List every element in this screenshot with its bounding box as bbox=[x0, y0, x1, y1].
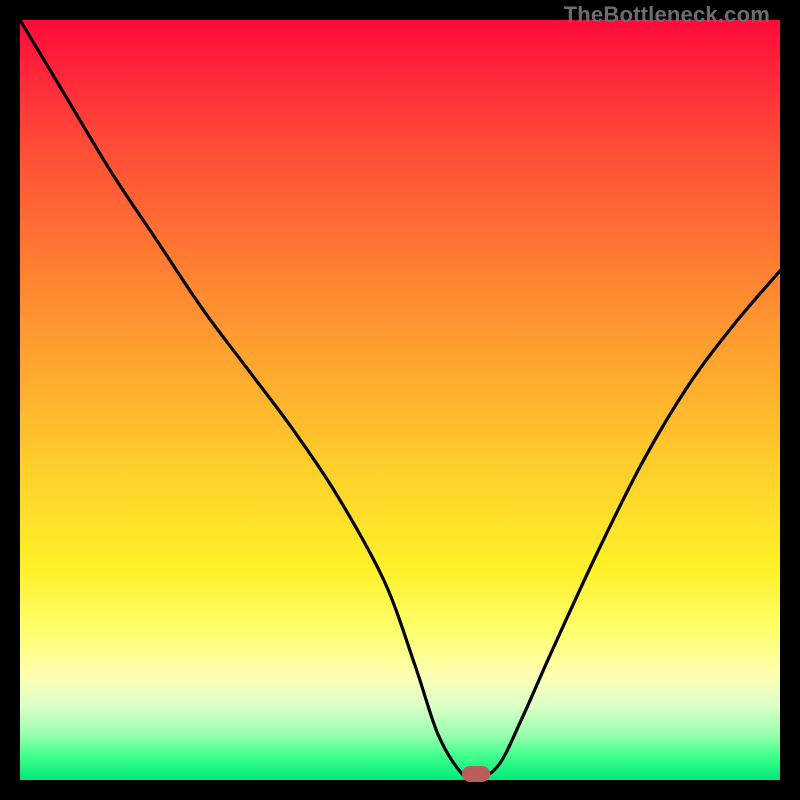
minimum-marker bbox=[462, 766, 490, 782]
chart-plot-area bbox=[20, 20, 780, 780]
chart-frame: TheBottleneck.com bbox=[0, 0, 800, 800]
watermark-text: TheBottleneck.com bbox=[564, 2, 770, 28]
